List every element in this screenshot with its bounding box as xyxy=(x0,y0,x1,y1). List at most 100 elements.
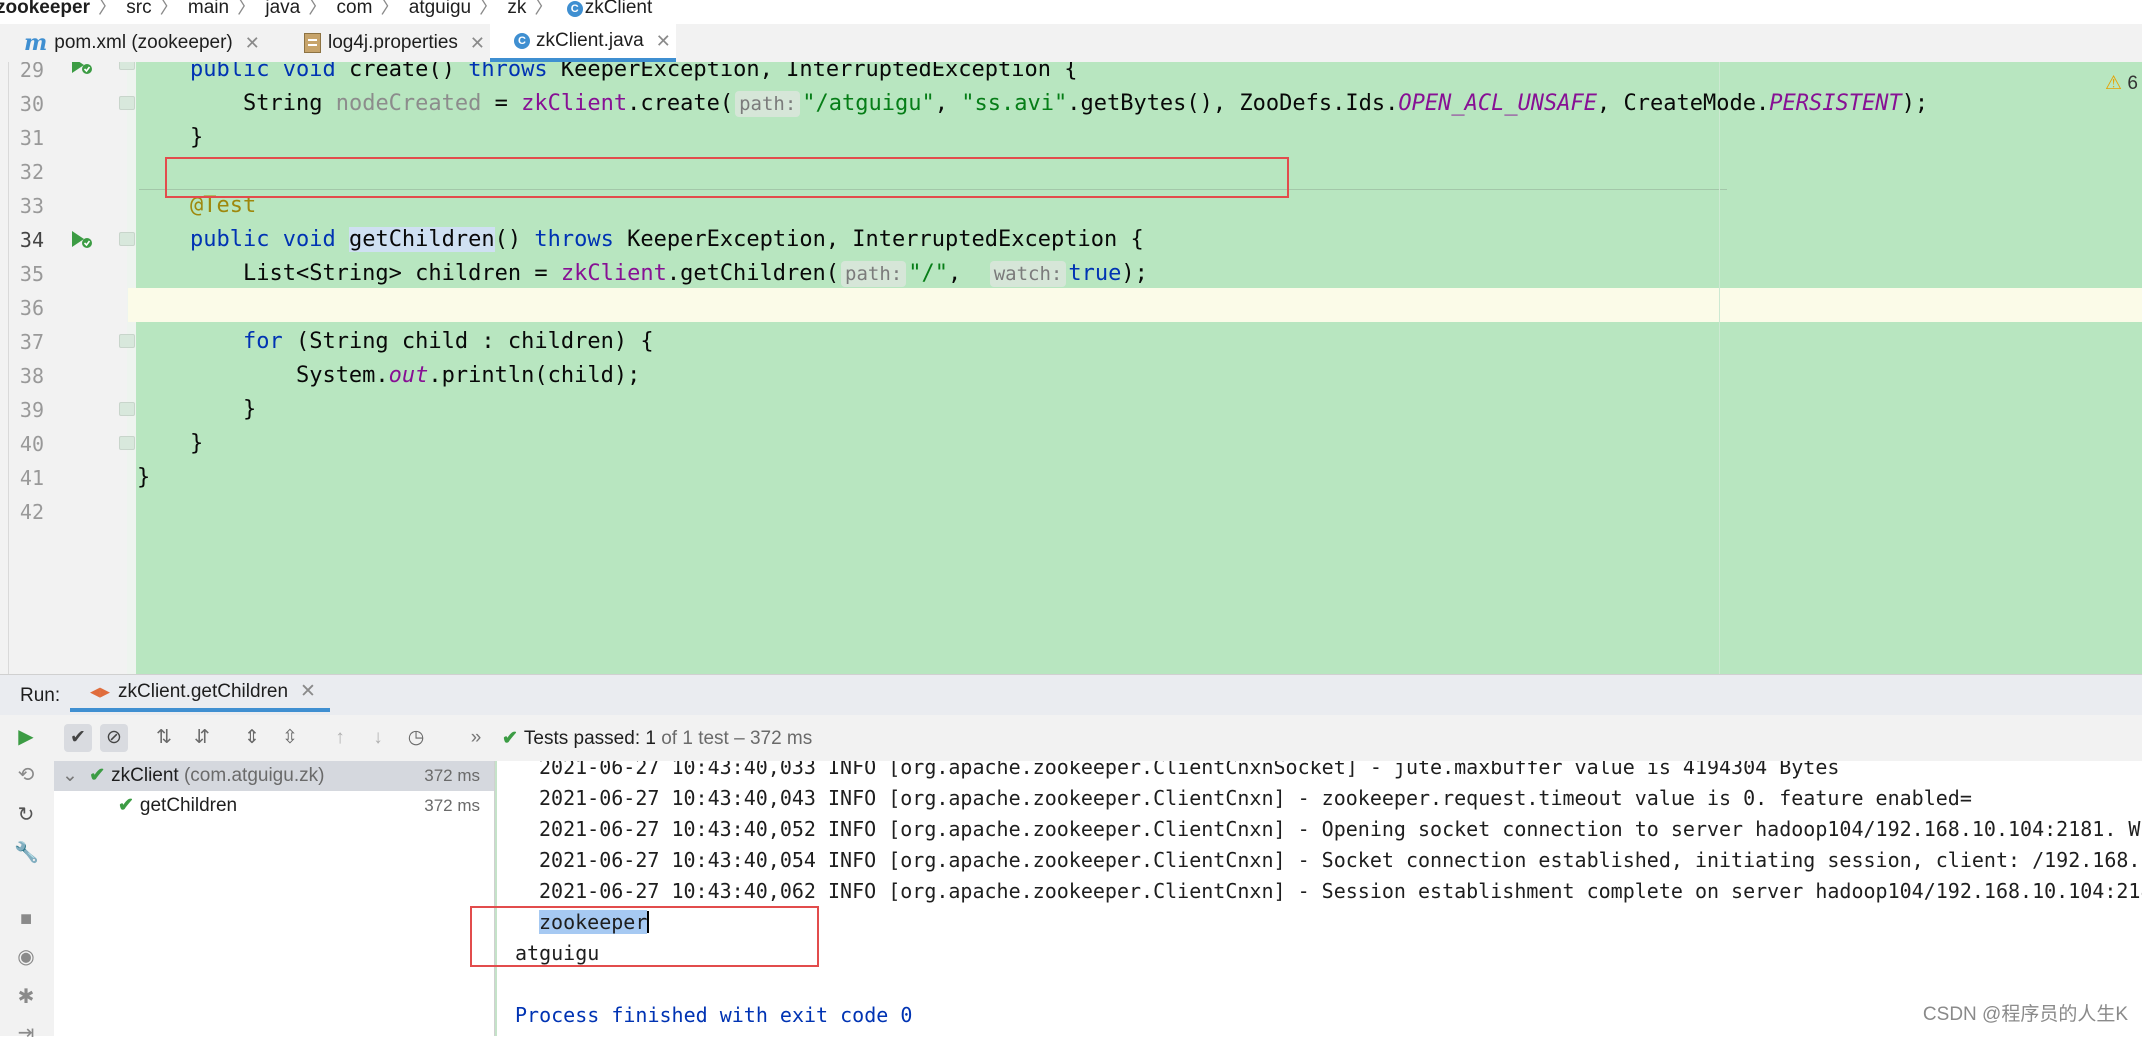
show-ignored-icon[interactable]: ⊘ xyxy=(100,724,128,752)
line-number: 42 xyxy=(19,500,44,524)
parameter-hint: watch: xyxy=(989,261,1067,287)
more-icon[interactable]: » xyxy=(462,724,490,752)
fold-marker-icon[interactable] xyxy=(119,402,135,416)
breadcrumb-item-project[interactable]: zookeeper xyxy=(0,0,96,17)
breadcrumb-item-src[interactable]: src xyxy=(126,0,157,17)
java-class-icon: C xyxy=(566,1,583,17)
wrench-icon[interactable]: 🔧 xyxy=(14,841,39,865)
expand-all-icon[interactable]: ⇕ xyxy=(238,724,266,752)
breadcrumb-item-java[interactable]: java xyxy=(265,0,306,17)
collapse-all-icon[interactable]: ⇳ xyxy=(276,724,304,752)
line-number: 34 xyxy=(19,228,44,252)
maven-icon: m xyxy=(24,30,48,56)
chevron-down-icon[interactable]: ⌄ xyxy=(62,765,78,786)
exit-icon[interactable]: ⇥ xyxy=(14,1021,38,1045)
test-duration: 372 ms xyxy=(424,766,480,785)
warning-count: 6 xyxy=(2127,73,2138,94)
history-icon[interactable]: ◷ xyxy=(402,724,430,752)
fold-marker-icon[interactable] xyxy=(119,62,135,70)
chevron-right-icon: 〉 xyxy=(380,0,400,17)
tab-label: zkClient.java xyxy=(536,30,644,51)
chevron-right-icon: 〉 xyxy=(534,0,554,17)
code-editor[interactable]: 29 30 31 32 33 34 35 36 37 38 39 40 41 4… xyxy=(9,62,2142,674)
fold-marker-icon[interactable] xyxy=(119,334,135,348)
chevron-right-icon: 〉 xyxy=(97,0,117,17)
java-class-icon: C xyxy=(514,33,530,49)
chevron-right-icon: 〉 xyxy=(159,0,179,17)
console-log-line: 2021-06-27 10:43:40,054 INFO [org.apache… xyxy=(539,848,2142,872)
right-margin-guide xyxy=(1719,62,1720,674)
console-log-line: 2021-06-27 10:43:40,062 INFO [org.apache… xyxy=(539,879,2142,903)
editor-tab-bar: m pom.xml (zookeeper) ✕ log4j.properties… xyxy=(0,24,2142,63)
tree-node-getchildren[interactable]: ✔ getChildren 372 ms xyxy=(54,791,494,821)
breadcrumb-item-atguigu[interactable]: atguigu xyxy=(409,0,477,17)
line-number: 32 xyxy=(19,160,44,184)
line-number: 29 xyxy=(19,62,44,82)
breadcrumb: zookeeper 〉 src 〉 main 〉 java 〉 com 〉 atguigu… xyxy=(0,0,2142,17)
stop-icon[interactable]: ■ xyxy=(14,907,38,931)
tree-node-package: (com.atguigu.zk) xyxy=(183,765,325,786)
sort-alpha-icon[interactable]: ⇅ xyxy=(150,724,178,752)
tests-passed-rest: of 1 test – 372 ms xyxy=(661,728,813,749)
test-tree: ⌄ ✔ zkClient (com.atguigu.zk) 372 ms ✔ get… xyxy=(54,761,495,1036)
run-test-icon[interactable] xyxy=(68,228,94,250)
close-icon[interactable]: ✕ xyxy=(656,31,671,52)
console-log-line: 2021-06-27 10:43:40,052 INFO [org.apache… xyxy=(539,817,2142,841)
close-icon[interactable]: ✕ xyxy=(245,33,260,54)
check-icon: ✔ xyxy=(502,728,518,749)
console-log-line: 2021-06-27 10:43:40,033 INFO [org.apache… xyxy=(539,761,1840,779)
tests-passed-count: 1 xyxy=(645,728,656,749)
tab-log4j-properties[interactable]: log4j.properties ✕ xyxy=(280,24,490,62)
inspection-widget[interactable]: ⚠ 6 xyxy=(2105,72,2138,95)
rerun-icon[interactable]: ▶ xyxy=(14,725,38,749)
chevron-right-icon: 〉 xyxy=(479,0,499,17)
fold-marker-icon[interactable] xyxy=(119,232,135,246)
code-line: public void getChildren() throws KeeperE… xyxy=(189,227,1144,252)
arrow-down-icon[interactable]: ↓ xyxy=(364,724,392,752)
show-passed-icon[interactable]: ✔ xyxy=(64,724,92,752)
code-line: } xyxy=(242,397,257,422)
code-line: public void create() throws KeeperExcept… xyxy=(189,62,1078,82)
chevron-right-icon: 〉 xyxy=(237,0,257,17)
breadcrumb-item-zk[interactable]: zk xyxy=(507,0,532,17)
line-number: 39 xyxy=(19,398,44,422)
run-side-toolbar: ▶ ⟲ ↻ 🔧 ■ ◉ ✱ ⇥ xyxy=(0,715,55,1044)
test-runner-toolbar: ✔ ⊘ ⇅ ⇵ ⇕ ⇳ ↑ ↓ ◷ » ✔ Tests passed: 1 of … xyxy=(54,715,2142,762)
console-output[interactable]: 2021-06-27 10:43:40,033 INFO [org.apache… xyxy=(495,761,2142,1036)
watermark: CSDN @程序员的人生K xyxy=(1922,1004,2128,1025)
close-icon[interactable]: ✕ xyxy=(300,680,316,703)
sort-duration-icon[interactable]: ⇵ xyxy=(188,724,216,752)
line-number: 38 xyxy=(19,364,44,388)
parameter-hint: path: xyxy=(735,91,801,117)
run-config-tab[interactable]: ◀▶ zkClient.getChildren ✕ xyxy=(70,675,330,712)
warning-icon: ⚠ xyxy=(2105,73,2123,94)
tab-label: log4j.properties xyxy=(328,32,458,53)
chevron-right-icon: 〉 xyxy=(308,0,328,17)
code-line: } xyxy=(137,465,151,490)
parameter-hint: path: xyxy=(841,261,907,287)
line-number: 41 xyxy=(19,466,44,490)
arrow-up-icon[interactable]: ↑ xyxy=(326,724,354,752)
rerun-failed-icon[interactable]: ⟲ xyxy=(14,763,38,787)
run-tool-window-header: Run: ◀▶ zkClient.getChildren ✕ xyxy=(0,674,2142,715)
tree-node-zkclient[interactable]: ⌄ ✔ zkClient (com.atguigu.zk) 372 ms xyxy=(54,761,494,791)
fold-marker-icon[interactable] xyxy=(119,436,135,450)
test-duration: 372 ms xyxy=(424,796,480,815)
close-icon[interactable]: ✕ xyxy=(470,33,485,54)
camera-icon[interactable]: ◉ xyxy=(14,945,38,969)
process-finished-message: Process finished with exit code 0 xyxy=(515,1003,913,1027)
tab-zkclient-java[interactable]: C zkClient.java ✕ xyxy=(490,24,676,62)
breadcrumb-item-main[interactable]: main xyxy=(188,0,235,17)
code-line: for (String child : children) { xyxy=(242,329,654,354)
run-config-icon: ◀▶ xyxy=(90,683,110,699)
run-test-icon[interactable] xyxy=(68,62,94,76)
fold-gutter xyxy=(127,62,136,674)
fold-marker-icon[interactable] xyxy=(119,96,135,110)
breadcrumb-item-com[interactable]: com xyxy=(337,0,379,17)
tab-pom-xml[interactable]: m pom.xml (zookeeper) ✕ xyxy=(0,24,280,62)
code-line: String nodeCreated = zkClient.create(pat… xyxy=(242,91,1929,117)
toggle-auto-test-icon[interactable]: ↻ xyxy=(14,803,38,827)
tree-node-label: zkClient xyxy=(111,765,179,786)
bug-icon[interactable]: ✱ xyxy=(14,985,38,1009)
breadcrumb-item-class[interactable]: zkClient xyxy=(585,0,659,17)
